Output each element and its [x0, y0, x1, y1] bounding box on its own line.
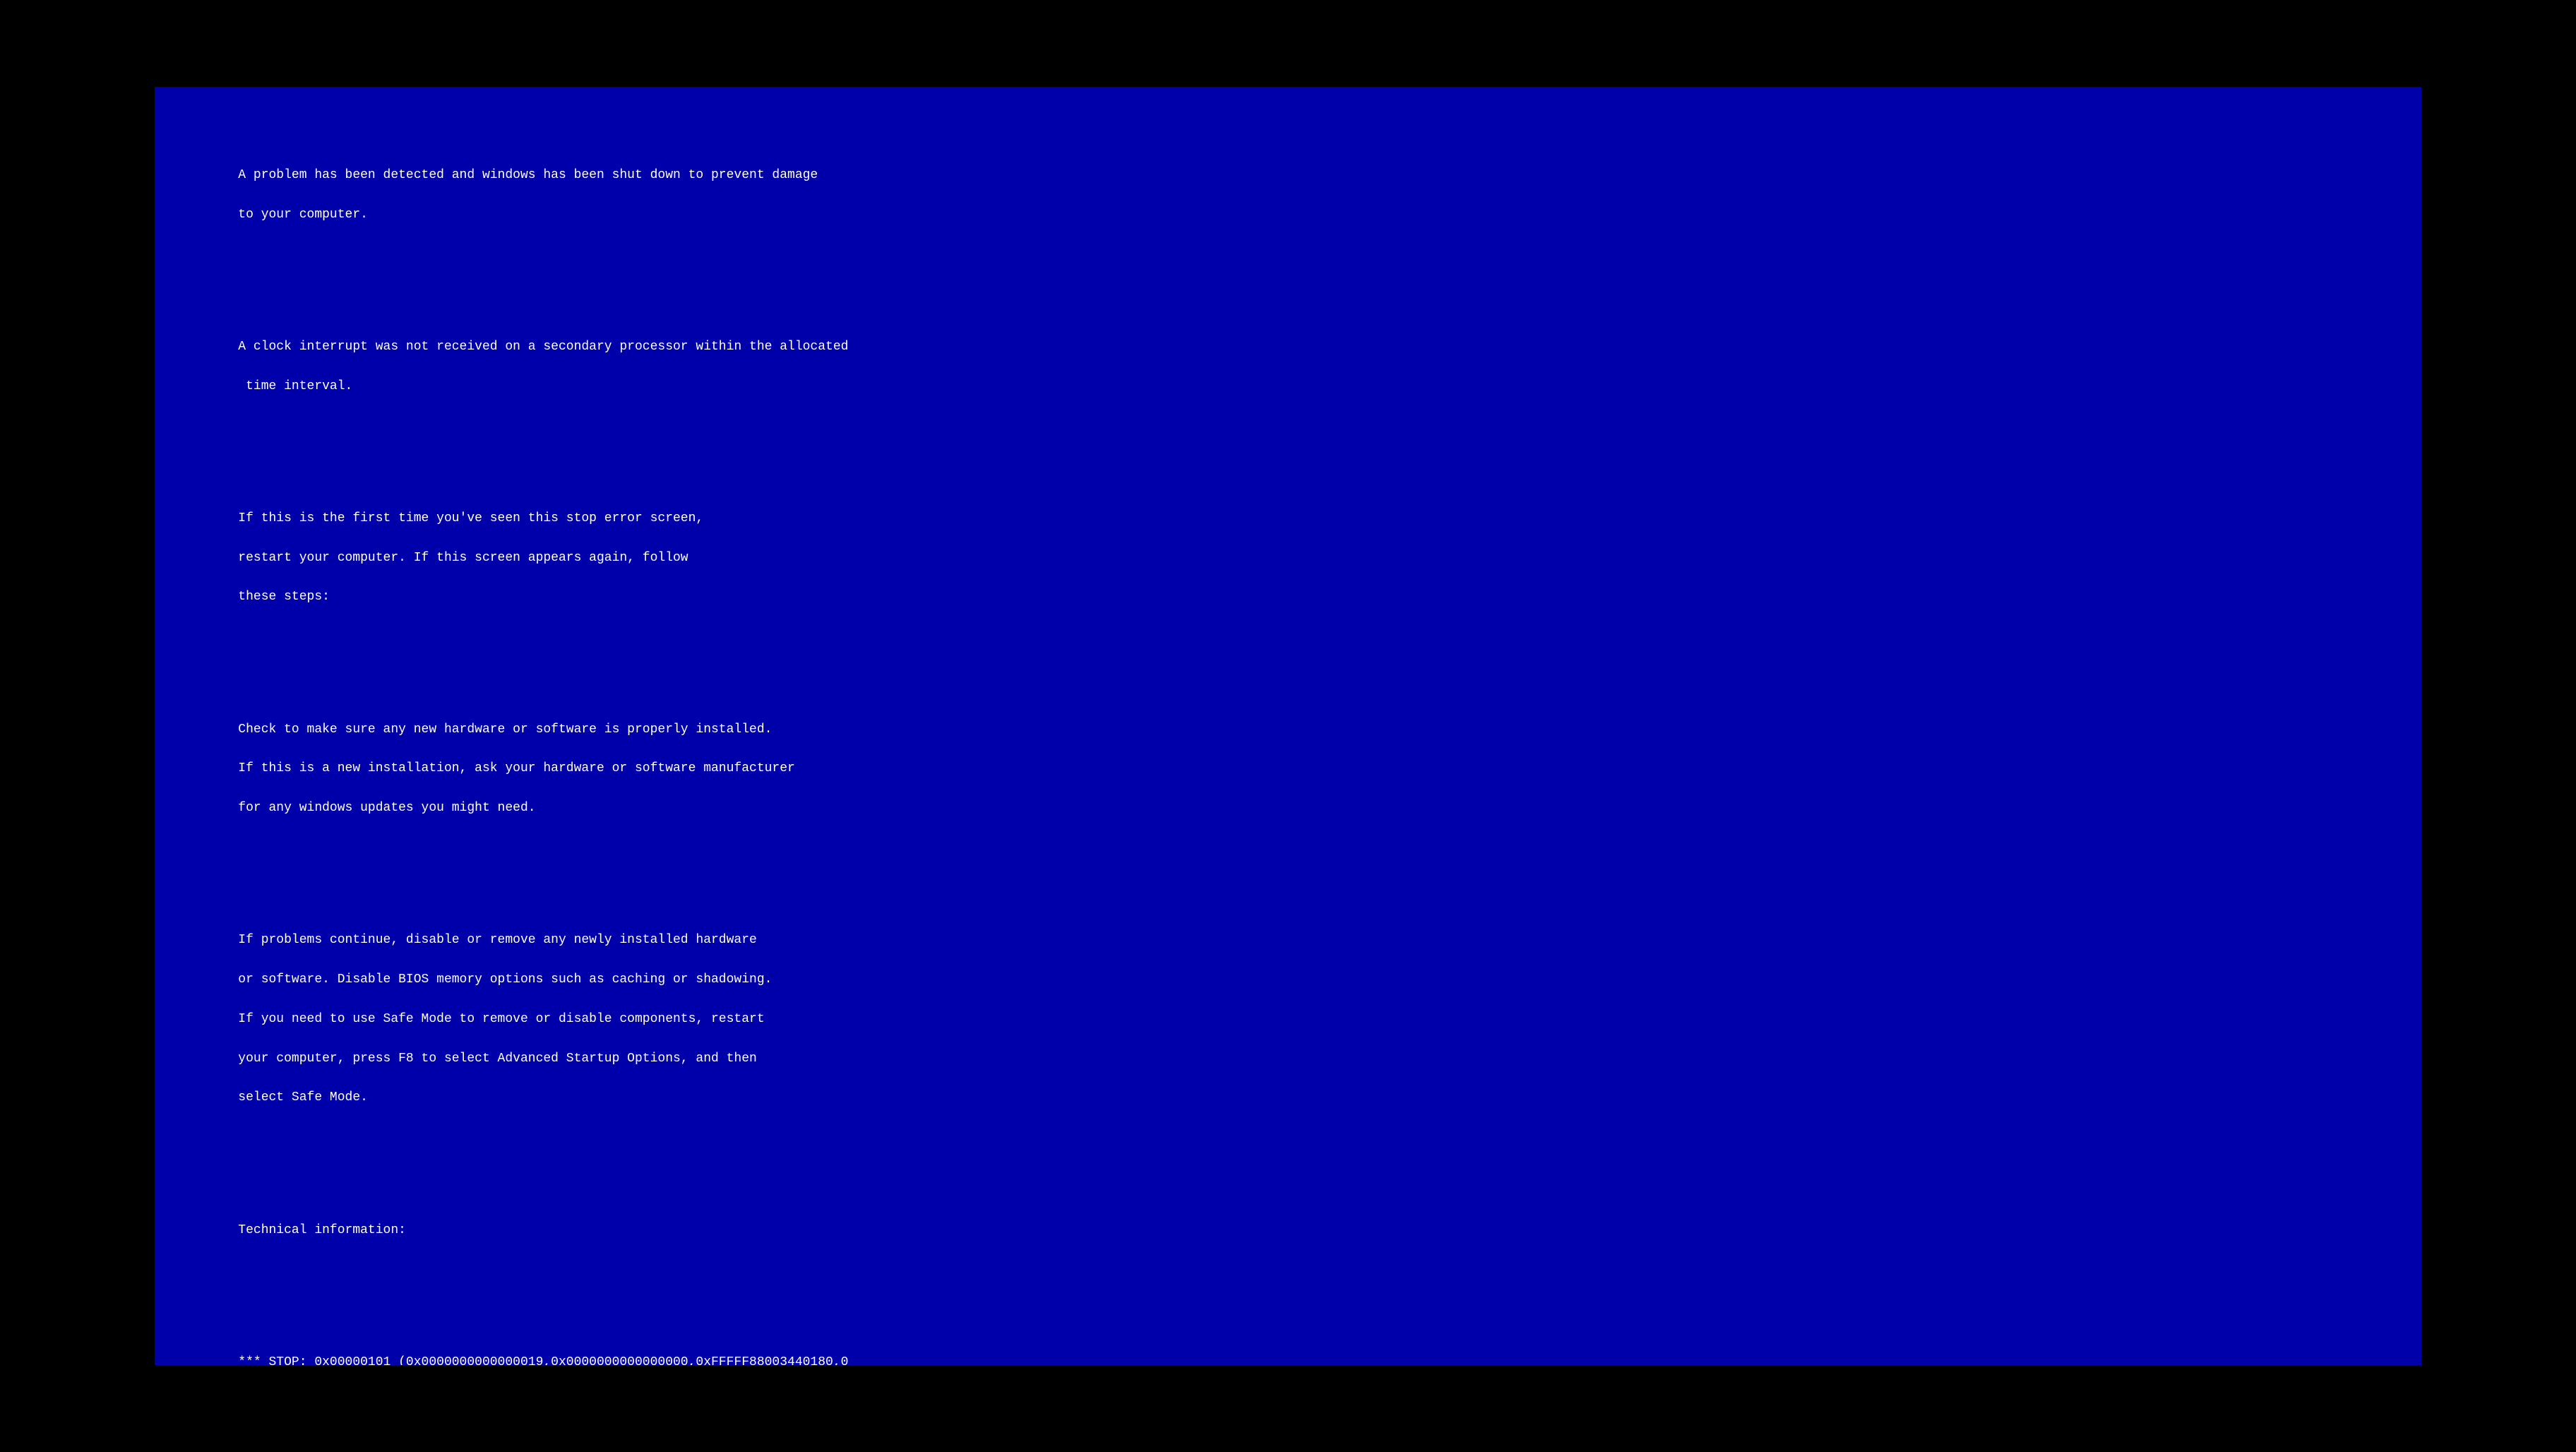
- line5: If this is the first time you've seen th…: [238, 511, 703, 525]
- line8: Check to make sure any new hardware or s…: [238, 722, 772, 737]
- section-stop-code: *** STOP: 0x00000101 (0x0000000000000019…: [177, 1333, 2399, 1365]
- line13: If you need to use Safe Mode to remove o…: [238, 1012, 764, 1026]
- line7: these steps:: [238, 590, 330, 604]
- line6: restart your computer. If this screen ap…: [238, 551, 688, 565]
- line3: A clock interrupt was not received on a …: [238, 340, 848, 354]
- line16: Technical information:: [238, 1223, 406, 1237]
- line1: A problem has been detected and windows …: [238, 168, 818, 182]
- section-error-desc: A clock interrupt was not received on a …: [177, 318, 2399, 416]
- line2: to your computer.: [238, 208, 368, 222]
- bsod-content: A problem has been detected and windows …: [177, 107, 2399, 1364]
- section-header: A problem has been detected and windows …: [177, 146, 2399, 244]
- section-hardware-check: Check to make sure any new hardware or s…: [177, 701, 2399, 838]
- bsod-screen: A problem has been detected and windows …: [155, 87, 2421, 1364]
- line11: If problems continue, disable or remove …: [238, 933, 757, 947]
- line4: time interval.: [238, 379, 352, 393]
- section-safe-mode: If problems continue, disable or remove …: [177, 911, 2399, 1128]
- line15: select Safe Mode.: [238, 1090, 368, 1105]
- line12: or software. Disable BIOS memory options…: [238, 972, 772, 987]
- screen-outer: A problem has been detected and windows …: [0, 0, 2576, 1452]
- line9: If this is a new installation, ask your …: [238, 761, 795, 775]
- section-first-time: If this is the first time you've seen th…: [177, 489, 2399, 627]
- line14: your computer, press F8 to select Advanc…: [238, 1052, 757, 1066]
- line17: *** STOP: 0x00000101 (0x0000000000000019…: [238, 1355, 848, 1365]
- line10: for any windows updates you might need.: [238, 801, 535, 815]
- section-tech-info-label: Technical information:: [177, 1201, 2399, 1261]
